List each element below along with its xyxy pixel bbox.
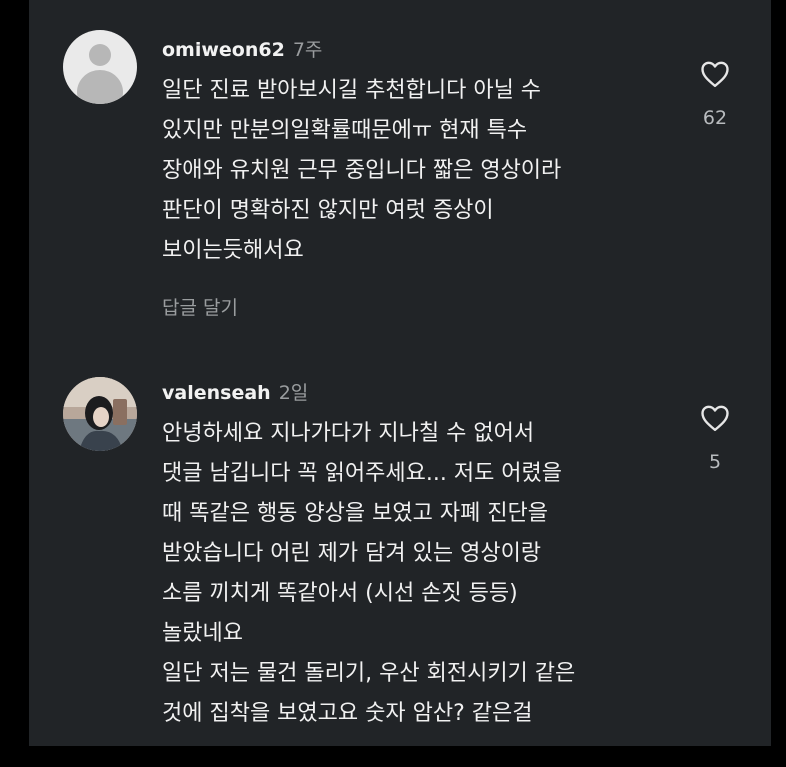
avatar-head-shape (89, 44, 111, 66)
reply-button[interactable]: 답글 달기 (162, 293, 238, 320)
comment-timestamp: 2일 (278, 382, 309, 404)
comment-text-line: 안녕하세요 지나가다가 지나칠 수 없어서 (162, 421, 535, 446)
comment-text-line: 것에 집착을 보였고요 숫자 암산? 같은걸 (162, 701, 533, 726)
comment-text-line: 있지만 만분의일확률때문에ㅠ 현재 특수 (162, 118, 528, 143)
comment-header: omiweon62 7주 (162, 35, 322, 62)
comment-header: valenseah 2일 (162, 378, 308, 405)
comment-text-line: 보이는듯해서요 (162, 238, 304, 263)
username-link[interactable]: valenseah (162, 382, 271, 404)
comment-text-line: 때 똑같은 행동 양상을 보였고 자폐 진단을 (162, 501, 549, 526)
comment-text-line: 일단 진료 받아보시길 추천합니다 아닐 수 (162, 78, 542, 103)
comment-text: 일단 진료 받아보시길 추천합니다 아닐 수 있지만 만분의일확률때문에ㅠ 현재… (162, 71, 702, 271)
profile-photo-image (63, 377, 137, 451)
comment-text-line: 판단이 명확하진 않지만 여럿 증상이 (162, 198, 494, 223)
comment-text-line: 받았습니다 어린 제가 담겨 있는 영상이랑 (162, 541, 542, 566)
comment-timestamp: 7주 (292, 39, 323, 61)
like-count: 62 (702, 107, 728, 129)
avatar-body-shape (77, 70, 123, 104)
comment-text-line: 댓글 남깁니다 꼭 읽어주세요... 저도 어렸을 (162, 461, 563, 486)
comment-text-line: 장애와 유치원 근무 중입니다 짧은 영상이라 (162, 158, 562, 183)
comment-text-line: 일단 저는 물건 돌리기, 우산 회전시키기 같은 (162, 661, 576, 686)
default-avatar-icon[interactable] (63, 30, 137, 104)
username-link[interactable]: omiweon62 (162, 39, 285, 61)
comments-panel: omiweon62 7주 일단 진료 받아보시길 추천합니다 아닐 수 있지만 만… (29, 0, 771, 746)
comment-text-line: 놀랐네요 (162, 621, 243, 646)
comment-text-line: 소름 끼치게 똑같아서 (시선 손짓 등등) (162, 581, 518, 606)
like-count: 5 (708, 451, 722, 473)
comment-text: 안녕하세요 지나가다가 지나칠 수 없어서 댓글 남깁니다 꼭 읽어주세요...… (162, 414, 702, 734)
heart-outline-icon[interactable] (700, 60, 730, 88)
heart-outline-icon[interactable] (700, 404, 730, 432)
avatar[interactable] (63, 377, 137, 451)
